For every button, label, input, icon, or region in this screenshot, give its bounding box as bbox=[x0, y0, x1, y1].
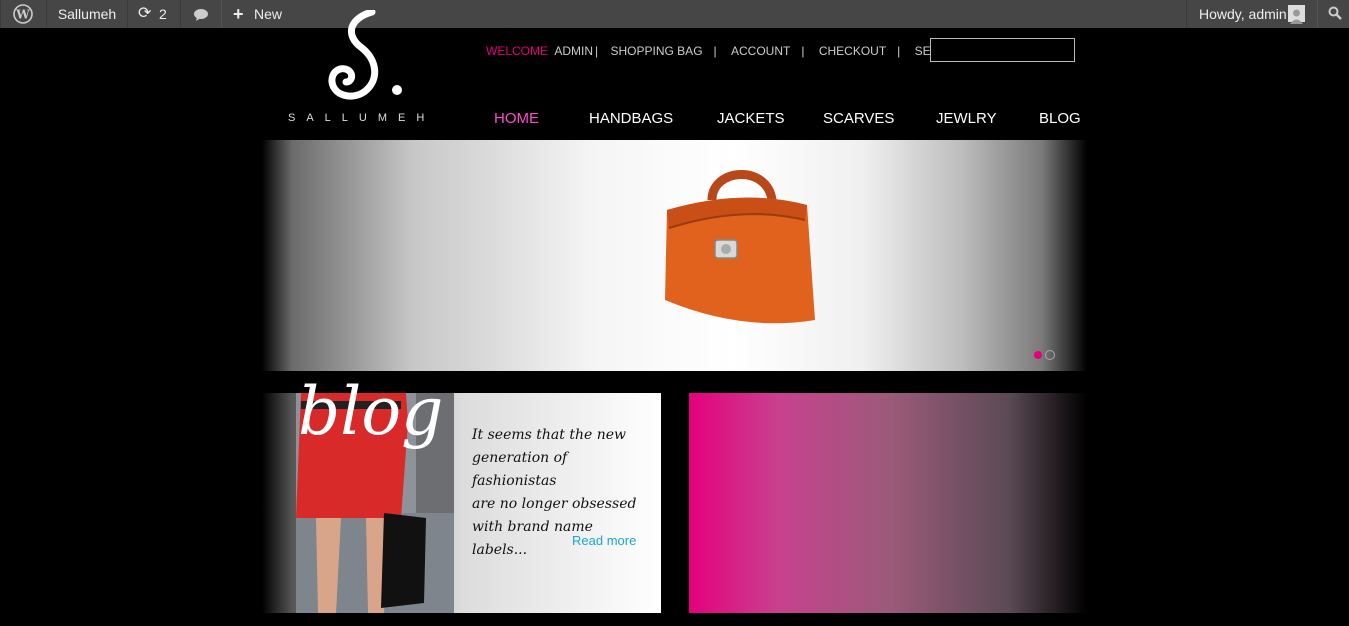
slider-dot-1[interactable] bbox=[1034, 351, 1042, 359]
new-content-button[interactable]: + New bbox=[221, 0, 296, 28]
updates-button[interactable]: ⟳ 2 bbox=[127, 0, 181, 28]
promo-banner[interactable] bbox=[689, 393, 1087, 613]
site-name-label: Sallumeh bbox=[57, 6, 117, 22]
my-account-button[interactable]: Howdy, admin bbox=[1186, 0, 1318, 28]
search-icon bbox=[1328, 6, 1342, 20]
nav-blog[interactable]: BLOG bbox=[1039, 110, 1081, 127]
new-label: New bbox=[254, 6, 283, 22]
comments-button[interactable] bbox=[180, 0, 222, 28]
slider-dot-2[interactable] bbox=[1045, 350, 1055, 360]
checkout-link[interactable]: CHECKOUT bbox=[819, 44, 886, 58]
nav-handbags[interactable]: HANDBAGS bbox=[589, 110, 673, 127]
refresh-icon: ⟳ bbox=[138, 5, 152, 22]
svg-text:W: W bbox=[15, 8, 30, 22]
howdy-label: Howdy, admin bbox=[1199, 6, 1287, 22]
admin-bar: W Sallumeh ⟳ 2 + New Howdy, admin bbox=[0, 0, 1349, 28]
nav-jewlry[interactable]: JEWLRY bbox=[936, 110, 997, 127]
quote-line: are no longer obsessed bbox=[472, 496, 637, 512]
nav-jackets[interactable]: JACKETS bbox=[717, 110, 785, 127]
welcome-label: WELCOME bbox=[486, 44, 549, 58]
comment-bubble-icon bbox=[194, 9, 208, 21]
user-silhouette-icon bbox=[1290, 9, 1303, 24]
wordpress-icon: W bbox=[13, 4, 33, 24]
quote-line: It seems that the new bbox=[472, 427, 626, 443]
username-label: ADMIN bbox=[554, 44, 594, 58]
read-more-link[interactable]: Read more bbox=[572, 533, 636, 548]
blog-script-title: blog bbox=[298, 373, 444, 450]
orange-handbag-image bbox=[665, 170, 815, 324]
wordpress-logo-button[interactable]: W bbox=[0, 0, 47, 28]
site-name-link[interactable]: Sallumeh bbox=[46, 0, 128, 28]
nav-scarves[interactable]: SCARVES bbox=[823, 110, 894, 127]
admin-search-button[interactable] bbox=[1317, 0, 1349, 28]
sallumeh-s-logo-icon bbox=[328, 10, 402, 100]
logo-wordmark: SALLUMEH bbox=[288, 112, 436, 124]
top-links: WELCOME ADMIN | SHOPPING BAG | ACCOUNT | CH… bbox=[486, 44, 965, 58]
updates-count: 2 bbox=[159, 6, 167, 22]
avatar bbox=[1288, 5, 1305, 24]
account-link[interactable]: ACCOUNT bbox=[731, 44, 790, 58]
hero-slider[interactable] bbox=[262, 140, 1087, 371]
shopping-bag-link[interactable]: SHOPPING BAG bbox=[611, 44, 703, 58]
quote-line: generation of fashionistas bbox=[472, 450, 568, 489]
nav-home[interactable]: HOME bbox=[494, 110, 539, 127]
search-input[interactable] bbox=[930, 38, 1075, 62]
plus-icon: + bbox=[233, 4, 244, 24]
